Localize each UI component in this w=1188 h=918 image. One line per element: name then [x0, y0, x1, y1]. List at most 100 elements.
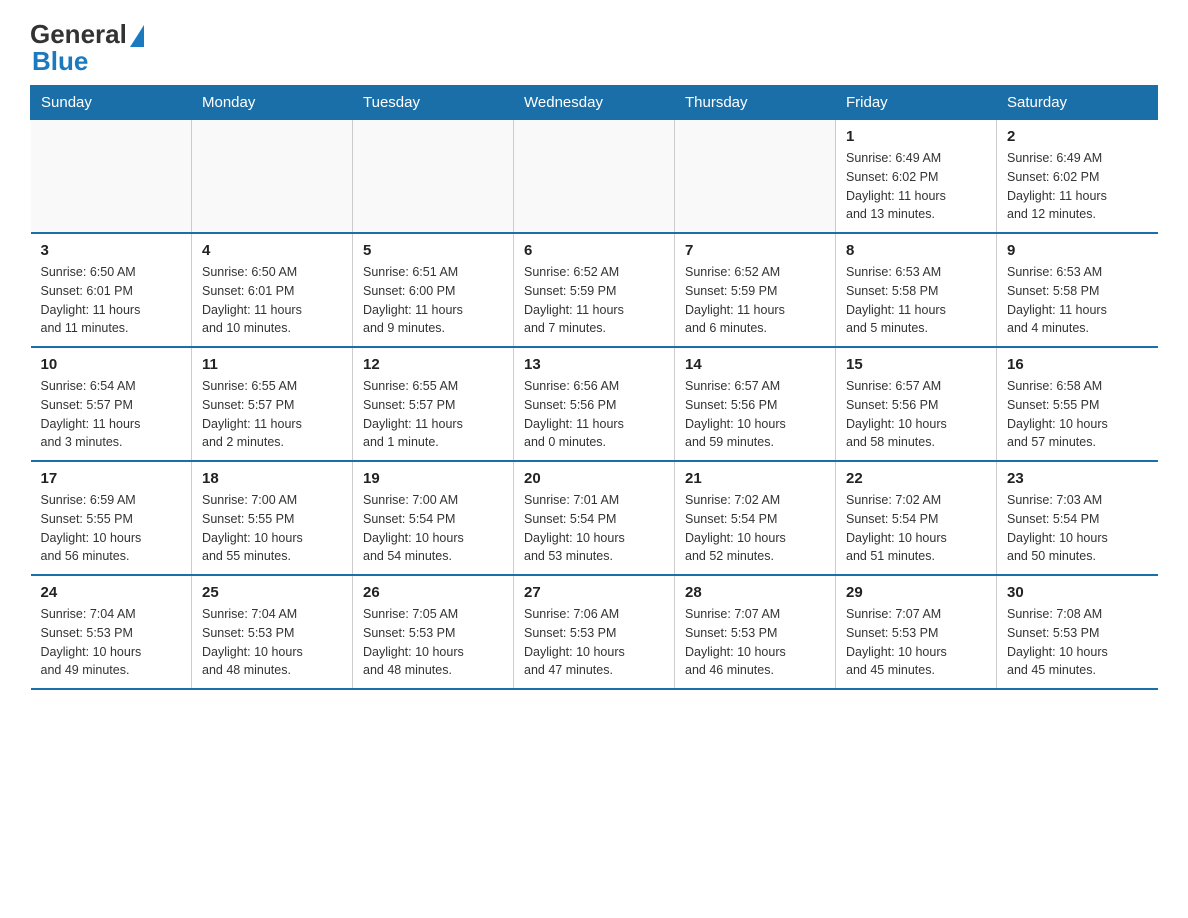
calendar-cell	[31, 120, 192, 234]
day-info: Sunrise: 6:50 AMSunset: 6:01 PMDaylight:…	[202, 263, 342, 338]
calendar-cell: 2Sunrise: 6:49 AMSunset: 6:02 PMDaylight…	[997, 120, 1158, 234]
day-info: Sunrise: 6:55 AMSunset: 5:57 PMDaylight:…	[202, 377, 342, 452]
calendar-cell: 12 Sunrise: 6:55 AMSunset: 5:57 PMDayligh…	[353, 347, 514, 461]
weekday-header-wednesday: Wednesday	[514, 86, 675, 120]
weekday-header-row: SundayMondayTuesdayWednesdayThursdayFrid…	[31, 86, 1158, 120]
day-info: Sunrise: 6:57 AMSunset: 5:56 PMDaylight:…	[685, 377, 825, 452]
logo-blue-text: Blue	[30, 47, 144, 76]
calendar-cell: 6 Sunrise: 6:52 AMSunset: 5:59 PMDaylight…	[514, 233, 675, 347]
logo: General Blue	[30, 20, 144, 75]
calendar-cell: 14Sunrise: 6:57 AMSunset: 5:56 PMDayligh…	[675, 347, 836, 461]
calendar-cell: 22 Sunrise: 7:02 AMSunset: 5:54 PMDayligh…	[836, 461, 997, 575]
calendar-cell: 7 Sunrise: 6:52 AMSunset: 5:59 PMDaylight…	[675, 233, 836, 347]
week-row-3: 10Sunrise: 6:54 AMSunset: 5:57 PMDayligh…	[31, 347, 1158, 461]
week-row-4: 17 Sunrise: 6:59 AMSunset: 5:55 PMDayligh…	[31, 461, 1158, 575]
day-info: Sunrise: 6:53 AMSunset: 5:58 PMDaylight:…	[1007, 263, 1148, 338]
day-number: 1	[846, 128, 986, 145]
day-number: 17	[41, 470, 182, 487]
day-number: 21	[685, 470, 825, 487]
day-number: 23	[1007, 470, 1148, 487]
day-info: Sunrise: 7:02 AMSunset: 5:54 PMDaylight:…	[685, 491, 825, 566]
day-info: Sunrise: 6:58 AMSunset: 5:55 PMDaylight:…	[1007, 377, 1148, 452]
calendar-cell: 25 Sunrise: 7:04 AMSunset: 5:53 PMDayligh…	[192, 575, 353, 689]
day-info: Sunrise: 6:55 AMSunset: 5:57 PMDaylight:…	[363, 377, 503, 452]
calendar-cell: 9 Sunrise: 6:53 AMSunset: 5:58 PMDaylight…	[997, 233, 1158, 347]
day-number: 30	[1007, 584, 1148, 601]
calendar-cell: 17 Sunrise: 6:59 AMSunset: 5:55 PMDayligh…	[31, 461, 192, 575]
day-number: 15	[846, 356, 986, 373]
calendar-cell: 11 Sunrise: 6:55 AMSunset: 5:57 PMDayligh…	[192, 347, 353, 461]
day-info: Sunrise: 7:02 AMSunset: 5:54 PMDaylight:…	[846, 491, 986, 566]
day-info: Sunrise: 7:05 AMSunset: 5:53 PMDaylight:…	[363, 605, 503, 680]
calendar-cell	[514, 120, 675, 234]
weekday-header-tuesday: Tuesday	[353, 86, 514, 120]
week-row-5: 24 Sunrise: 7:04 AMSunset: 5:53 PMDayligh…	[31, 575, 1158, 689]
day-info: Sunrise: 7:04 AMSunset: 5:53 PMDaylight:…	[202, 605, 342, 680]
day-number: 19	[363, 470, 503, 487]
day-info: Sunrise: 7:00 AMSunset: 5:55 PMDaylight:…	[202, 491, 342, 566]
calendar-cell: 10Sunrise: 6:54 AMSunset: 5:57 PMDayligh…	[31, 347, 192, 461]
day-info: Sunrise: 7:03 AMSunset: 5:54 PMDaylight:…	[1007, 491, 1148, 566]
day-info: Sunrise: 6:59 AMSunset: 5:55 PMDaylight:…	[41, 491, 182, 566]
calendar-cell: 27 Sunrise: 7:06 AMSunset: 5:53 PMDayligh…	[514, 575, 675, 689]
calendar-cell: 5Sunrise: 6:51 AMSunset: 6:00 PMDaylight…	[353, 233, 514, 347]
day-info: Sunrise: 6:54 AMSunset: 5:57 PMDaylight:…	[41, 377, 182, 452]
day-info: Sunrise: 7:06 AMSunset: 5:53 PMDaylight:…	[524, 605, 664, 680]
day-number: 7	[685, 242, 825, 259]
day-number: 25	[202, 584, 342, 601]
weekday-header-friday: Friday	[836, 86, 997, 120]
day-number: 18	[202, 470, 342, 487]
day-number: 13	[524, 356, 664, 373]
calendar-cell: 21 Sunrise: 7:02 AMSunset: 5:54 PMDayligh…	[675, 461, 836, 575]
day-number: 20	[524, 470, 664, 487]
day-number: 27	[524, 584, 664, 601]
day-number: 12	[363, 356, 503, 373]
calendar-cell: 18 Sunrise: 7:00 AMSunset: 5:55 PMDayligh…	[192, 461, 353, 575]
calendar-cell: 13 Sunrise: 6:56 AMSunset: 5:56 PMDayligh…	[514, 347, 675, 461]
calendar-cell: 8 Sunrise: 6:53 AMSunset: 5:58 PMDaylight…	[836, 233, 997, 347]
calendar-cell: 1 Sunrise: 6:49 AMSunset: 6:02 PMDaylight…	[836, 120, 997, 234]
day-info: Sunrise: 6:53 AMSunset: 5:58 PMDaylight:…	[846, 263, 986, 338]
calendar-cell: 26 Sunrise: 7:05 AMSunset: 5:53 PMDayligh…	[353, 575, 514, 689]
calendar-cell: 19 Sunrise: 7:00 AMSunset: 5:54 PMDayligh…	[353, 461, 514, 575]
day-number: 11	[202, 356, 342, 373]
day-number: 3	[41, 242, 182, 259]
weekday-header-thursday: Thursday	[675, 86, 836, 120]
day-number: 4	[202, 242, 342, 259]
calendar-cell	[192, 120, 353, 234]
calendar-cell: 20Sunrise: 7:01 AMSunset: 5:54 PMDayligh…	[514, 461, 675, 575]
day-info: Sunrise: 6:49 AMSunset: 6:02 PMDaylight:…	[846, 149, 986, 224]
calendar-cell: 3 Sunrise: 6:50 AMSunset: 6:01 PMDaylight…	[31, 233, 192, 347]
day-number: 16	[1007, 356, 1148, 373]
day-number: 24	[41, 584, 182, 601]
day-number: 6	[524, 242, 664, 259]
day-number: 26	[363, 584, 503, 601]
page-header: General Blue	[30, 20, 1158, 75]
day-number: 22	[846, 470, 986, 487]
calendar-cell: 4 Sunrise: 6:50 AMSunset: 6:01 PMDaylight…	[192, 233, 353, 347]
day-info: Sunrise: 7:04 AMSunset: 5:53 PMDaylight:…	[41, 605, 182, 680]
day-info: Sunrise: 6:50 AMSunset: 6:01 PMDaylight:…	[41, 263, 182, 338]
week-row-1: 1 Sunrise: 6:49 AMSunset: 6:02 PMDaylight…	[31, 120, 1158, 234]
calendar-header: SundayMondayTuesdayWednesdayThursdayFrid…	[31, 86, 1158, 120]
calendar-cell: 29Sunrise: 7:07 AMSunset: 5:53 PMDayligh…	[836, 575, 997, 689]
calendar-cell: 15Sunrise: 6:57 AMSunset: 5:56 PMDayligh…	[836, 347, 997, 461]
logo-general-text: General	[30, 20, 127, 49]
day-info: Sunrise: 6:49 AMSunset: 6:02 PMDaylight:…	[1007, 149, 1148, 224]
calendar-cell: 28Sunrise: 7:07 AMSunset: 5:53 PMDayligh…	[675, 575, 836, 689]
day-info: Sunrise: 6:51 AMSunset: 6:00 PMDaylight:…	[363, 263, 503, 338]
day-number: 9	[1007, 242, 1148, 259]
calendar-cell: 24 Sunrise: 7:04 AMSunset: 5:53 PMDayligh…	[31, 575, 192, 689]
day-info: Sunrise: 6:56 AMSunset: 5:56 PMDaylight:…	[524, 377, 664, 452]
day-info: Sunrise: 7:00 AMSunset: 5:54 PMDaylight:…	[363, 491, 503, 566]
calendar-cell	[675, 120, 836, 234]
day-info: Sunrise: 6:52 AMSunset: 5:59 PMDaylight:…	[524, 263, 664, 338]
day-info: Sunrise: 6:52 AMSunset: 5:59 PMDaylight:…	[685, 263, 825, 338]
day-info: Sunrise: 7:07 AMSunset: 5:53 PMDaylight:…	[846, 605, 986, 680]
logo-triangle-icon	[130, 25, 144, 47]
day-info: Sunrise: 7:07 AMSunset: 5:53 PMDaylight:…	[685, 605, 825, 680]
calendar-table: SundayMondayTuesdayWednesdayThursdayFrid…	[30, 85, 1158, 690]
day-number: 8	[846, 242, 986, 259]
weekday-header-sunday: Sunday	[31, 86, 192, 120]
calendar-body: 1 Sunrise: 6:49 AMSunset: 6:02 PMDaylight…	[31, 120, 1158, 690]
